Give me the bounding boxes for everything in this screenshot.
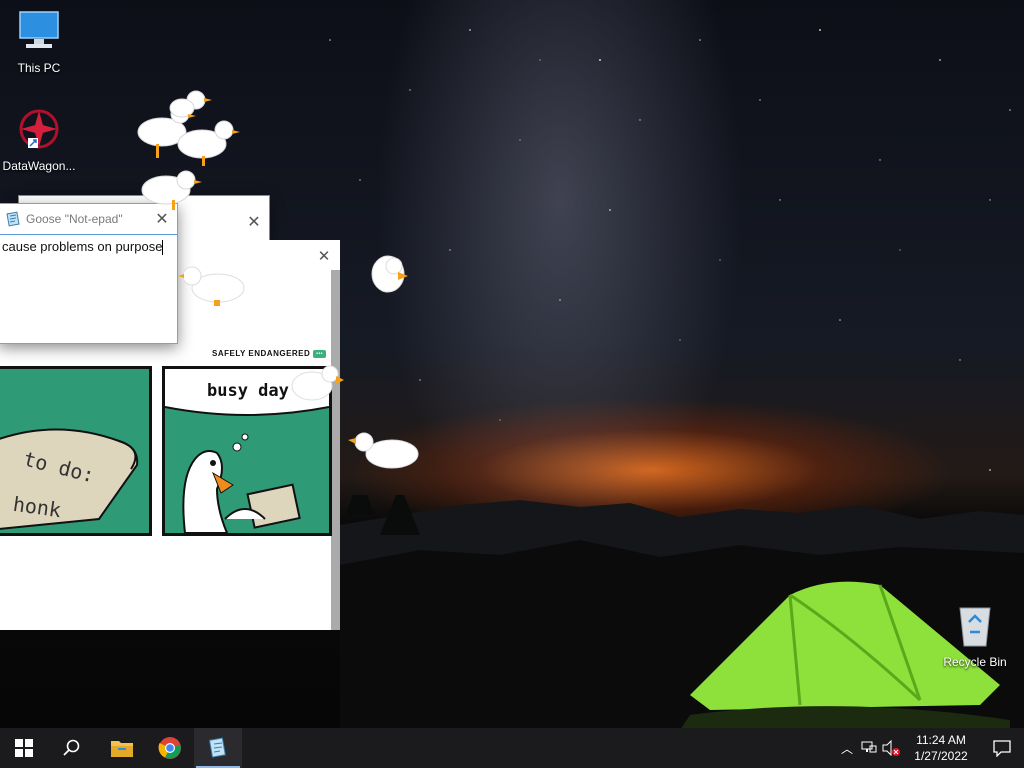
desktop-icon-label: This PC [17,61,61,75]
chrome-icon [158,737,181,759]
text-caret [162,240,164,256]
desktop-icon-label: DataWagon... [2,159,76,173]
folder-icon [111,741,133,757]
close-icon[interactable]: ✕ [312,244,336,268]
file-explorer-button[interactable] [98,728,146,768]
chevron-up-icon: ︿ [840,741,853,756]
volume-button[interactable] [880,728,902,768]
notepad-text-area[interactable]: cause problems on purpose [0,234,177,333]
clock-time: 11:24 AM [916,733,966,747]
action-center-button[interactable] [980,728,1024,768]
notepad-content: cause problems on purpose [2,239,163,254]
notepad-icon [208,737,226,758]
datawagon-icon [19,109,59,149]
close-icon[interactable]: ✕ [239,207,269,237]
network-button[interactable] [858,728,880,768]
desktop-icon-this-pc[interactable]: This PC [0,8,78,75]
clock[interactable]: 11:24 AM 1/27/2022 [902,732,980,764]
goose-notepad-window[interactable]: Goose "Not-epad" ✕ cause problems on pur… [0,203,178,344]
notepad-taskbar-button[interactable] [194,728,242,768]
goose-flock-sprites [137,90,240,210]
windows-logo-icon [15,739,33,757]
clock-date: 1/27/2022 [914,749,968,763]
comic-panel-left: to do: honk [0,366,152,536]
notepad-icon [6,211,20,227]
goose-sprite [348,432,419,469]
desktop-icon-datawagon[interactable]: DataWagon... [0,106,78,173]
search-icon [63,739,80,756]
comic-caption: busy day [207,381,289,401]
desktop-icon-label: Recycle Bin [943,655,1007,669]
desktop-icon-recycle-bin[interactable]: Recycle Bin [936,602,1014,669]
show-hidden-icons-button[interactable]: ︿ [836,728,858,768]
monitor-icon [19,11,59,48]
comic-brand: SAFELY ENDANGERED ••• [212,349,327,358]
goose-sprite [291,365,344,401]
goose-sprite [178,266,245,306]
goose-sprite [371,255,408,293]
notification-icon [993,740,1011,757]
system-tray: ︿ 11:24 AM 1/27/2022 [836,728,1024,768]
start-button[interactable] [0,728,48,768]
taskbar: ︿ 11:24 AM 1/27/2022 [0,728,1024,768]
search-button[interactable] [48,728,96,768]
chrome-button[interactable] [146,728,194,768]
network-icon [861,741,877,753]
brand-badge: ••• [313,349,327,358]
volume-muted-icon [882,740,900,756]
recycle-bin-icon [959,607,991,647]
notepad-title: Goose "Not-epad" [26,212,123,226]
comic-scrollbar[interactable] [331,270,340,630]
